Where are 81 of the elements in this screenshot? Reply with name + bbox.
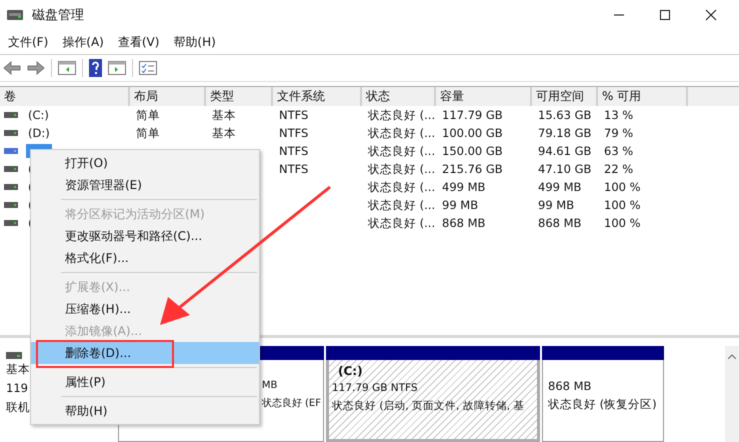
table-cell: 简单: [136, 126, 160, 140]
table-cell: NTFS: [279, 108, 308, 122]
disk-drive-icon: [6, 9, 24, 21]
menu-item[interactable]: 资源管理器(E): [31, 174, 259, 196]
table-cell: 499 MB: [442, 180, 486, 194]
menu-item[interactable]: 压缩卷(H)...: [31, 298, 259, 320]
close-icon[interactable]: [705, 9, 717, 21]
table-cell: 基本: [212, 108, 236, 122]
volume-name[interactable]: (D:): [26, 126, 52, 140]
table-cell: 215.76 GB: [442, 162, 503, 176]
menu-item[interactable]: 打开(O): [31, 152, 259, 174]
partition-name: (C:): [337, 364, 364, 378]
table-cell: NTFS: [279, 144, 308, 158]
table-cell: 状态良好 (...: [368, 216, 436, 230]
checklist-icon[interactable]: [139, 61, 157, 75]
partition-info: 状态良好 (EF: [262, 396, 321, 411]
menu-item[interactable]: 查看(V): [118, 34, 160, 50]
partition-info: 868 MB: [548, 378, 592, 394]
back-arrow-icon[interactable]: [3, 61, 21, 75]
table-cell: 100 %: [604, 180, 641, 194]
table-cell: 99 MB: [538, 198, 574, 212]
table-cell: 499 MB: [538, 180, 582, 194]
table-cell: 47.10 GB: [538, 162, 592, 176]
table-cell: 100.00 GB: [442, 126, 503, 140]
column-header[interactable]: 容量: [436, 87, 532, 106]
panel-icon[interactable]: [58, 61, 76, 75]
scroll-up-icon[interactable]: [728, 354, 736, 359]
disk-info-text: 联机: [6, 399, 30, 416]
menu-item[interactable]: 更改驱动器号和路径(C)...: [31, 225, 259, 247]
table-cell: NTFS: [279, 162, 308, 176]
partition-info: 状态良好 (恢复分区): [548, 396, 657, 412]
table-cell: 13 %: [604, 108, 634, 122]
column-header[interactable]: % 可用: [598, 87, 688, 106]
table-cell: 868 MB: [442, 216, 486, 230]
table-cell: NTFS: [279, 126, 308, 140]
table-cell: 79 %: [604, 126, 634, 140]
help-icon[interactable]: [89, 59, 102, 77]
partition-info: MB: [262, 379, 278, 393]
table-cell: 100 %: [604, 198, 641, 212]
forward-arrow-icon[interactable]: [27, 61, 45, 75]
menu-item[interactable]: 帮助(H): [31, 400, 259, 422]
table-cell: 状态良好 (...: [368, 180, 436, 194]
column-header[interactable]: 卷: [0, 87, 130, 106]
table-cell: 简单: [136, 108, 160, 122]
menu-item[interactable]: 文件(F): [8, 34, 48, 50]
column-header[interactable]: 状态: [362, 87, 436, 106]
disk-drive-icon: [6, 352, 22, 359]
window-title: 磁盘管理: [32, 7, 84, 24]
panel-icon[interactable]: [108, 61, 126, 75]
table-cell: 100 %: [604, 216, 641, 230]
table-cell: 117.79 GB: [442, 108, 503, 122]
table-cell: 99 MB: [442, 198, 478, 212]
table-cell: 150.00 GB: [442, 144, 503, 158]
table-cell: 状态良好 (...: [368, 198, 436, 212]
table-cell: 15.63 GB: [538, 108, 592, 122]
table-cell: 状态良好 (...: [368, 108, 436, 122]
menu-item[interactable]: 属性(P): [31, 371, 259, 393]
column-header[interactable]: 可用空间: [532, 87, 598, 106]
table-cell: 79.18 GB: [538, 126, 592, 140]
column-header[interactable]: 布局: [130, 87, 206, 106]
table-cell: 868 MB: [538, 216, 582, 230]
menu-item[interactable]: 操作(A): [62, 34, 104, 50]
menu-item[interactable]: 帮助(H): [173, 34, 216, 50]
table-cell: 63 %: [604, 144, 634, 158]
table-cell: 基本: [212, 126, 236, 140]
volume-name[interactable]: (C:): [26, 108, 51, 122]
partition-info: 117.79 GB NTFS: [332, 381, 419, 396]
menu-item[interactable]: 删除卷(D)...: [31, 342, 259, 364]
maximize-icon[interactable]: [659, 9, 671, 21]
partition-info: 状态良好 (启动, 页面文件, 故障转储, 基: [332, 399, 524, 414]
table-cell: 状态良好 (...: [368, 126, 436, 140]
table-cell: 94.61 GB: [538, 144, 592, 158]
table-cell: 状态良好 (...: [368, 162, 436, 176]
column-header[interactable]: 类型: [206, 87, 273, 106]
table-cell: 状态良好 (...: [368, 144, 436, 158]
table-cell: 22 %: [604, 162, 634, 176]
menu-item[interactable]: 格式化(F)...: [31, 247, 259, 269]
column-header[interactable]: 文件系统: [273, 87, 362, 106]
scrollbar[interactable]: [725, 346, 739, 442]
disk-info-text: 基本: [6, 361, 30, 378]
disk-info-text: 119: [6, 380, 28, 397]
